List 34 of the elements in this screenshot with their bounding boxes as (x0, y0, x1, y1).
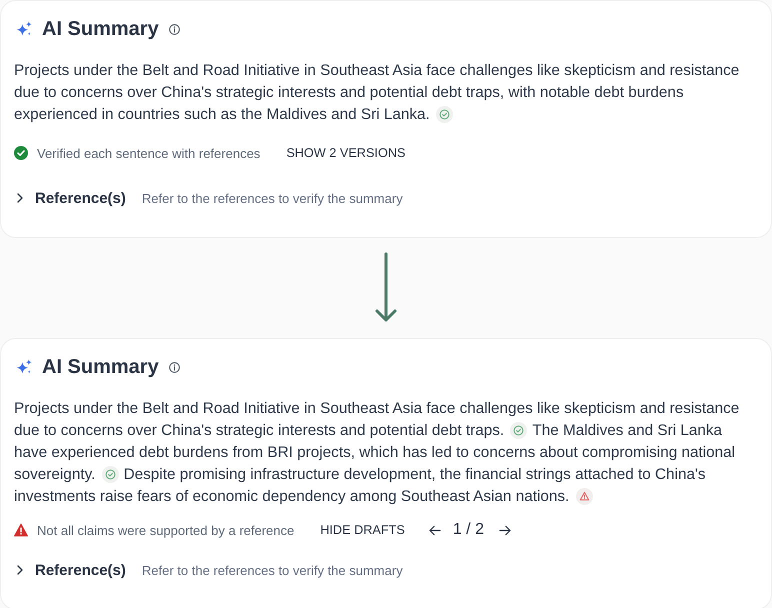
left-arrow-icon[interactable] (428, 524, 441, 536)
check-circle-icon[interactable] (102, 466, 119, 483)
versions-button[interactable]: SHOW 2 VERSIONS (286, 146, 406, 160)
summary-text: due to concerns over China's strategic interests and potential debt traps, with notable debt burdens (14, 84, 684, 101)
summary-text: sovereignty. (14, 466, 96, 483)
check-circle-icon[interactable] (510, 422, 528, 439)
references-toggle[interactable]: Reference(s) (14, 190, 126, 206)
info-icon[interactable] (168, 362, 180, 372)
summary-text: investments raise fears of economic dependency among Southeast Asian nations. (14, 488, 570, 505)
summary-text: Projects under the Belt and Road Initiative in Southeast Asia face challenges like skepticism and resistance (14, 62, 740, 79)
references-hint: Refer to the references to verify the summary (142, 190, 403, 206)
sparkle-icon (16, 21, 32, 37)
references-hint: Refer to the references to verify the summary (142, 562, 403, 578)
warning-icon[interactable] (576, 488, 593, 505)
sparkle-icon (16, 359, 32, 375)
page-indicator: 1 / 2 (452, 521, 484, 539)
down-arrow-icon (374, 252, 398, 324)
check-circle-icon (14, 146, 28, 160)
summary-text: have experienced debt burdens from BRI projects, which has led to concerns about compromising national (14, 444, 736, 461)
warning-icon (14, 523, 28, 537)
status-message: Not all claims were supported by a reference (37, 522, 294, 538)
card-title: AI Summary (42, 18, 159, 40)
card-title: AI Summary (42, 356, 159, 378)
summary-text: due to concerns over China's strategic interests and potential debt traps. (14, 422, 504, 439)
info-icon[interactable] (168, 24, 180, 34)
status-message: Verified each sentence with references (37, 146, 260, 160)
summary-text: Projects under the Belt and Road Initiative in Southeast Asia face challenges like skepticism and resistance (14, 400, 740, 417)
summary-text: Despite promising infrastructure development, the financial strings attached to China's (124, 466, 706, 483)
summary-text: experienced in countries such as the Maldives and Sri Lanka. (14, 106, 430, 123)
summary-text: The Maldives and Sri Lanka (532, 422, 722, 439)
right-arrow-icon[interactable] (498, 524, 511, 536)
check-circle-icon[interactable] (436, 106, 454, 123)
references-toggle[interactable]: Reference(s) (14, 562, 126, 578)
versions-button[interactable]: HIDE DRAFTS (320, 523, 405, 537)
